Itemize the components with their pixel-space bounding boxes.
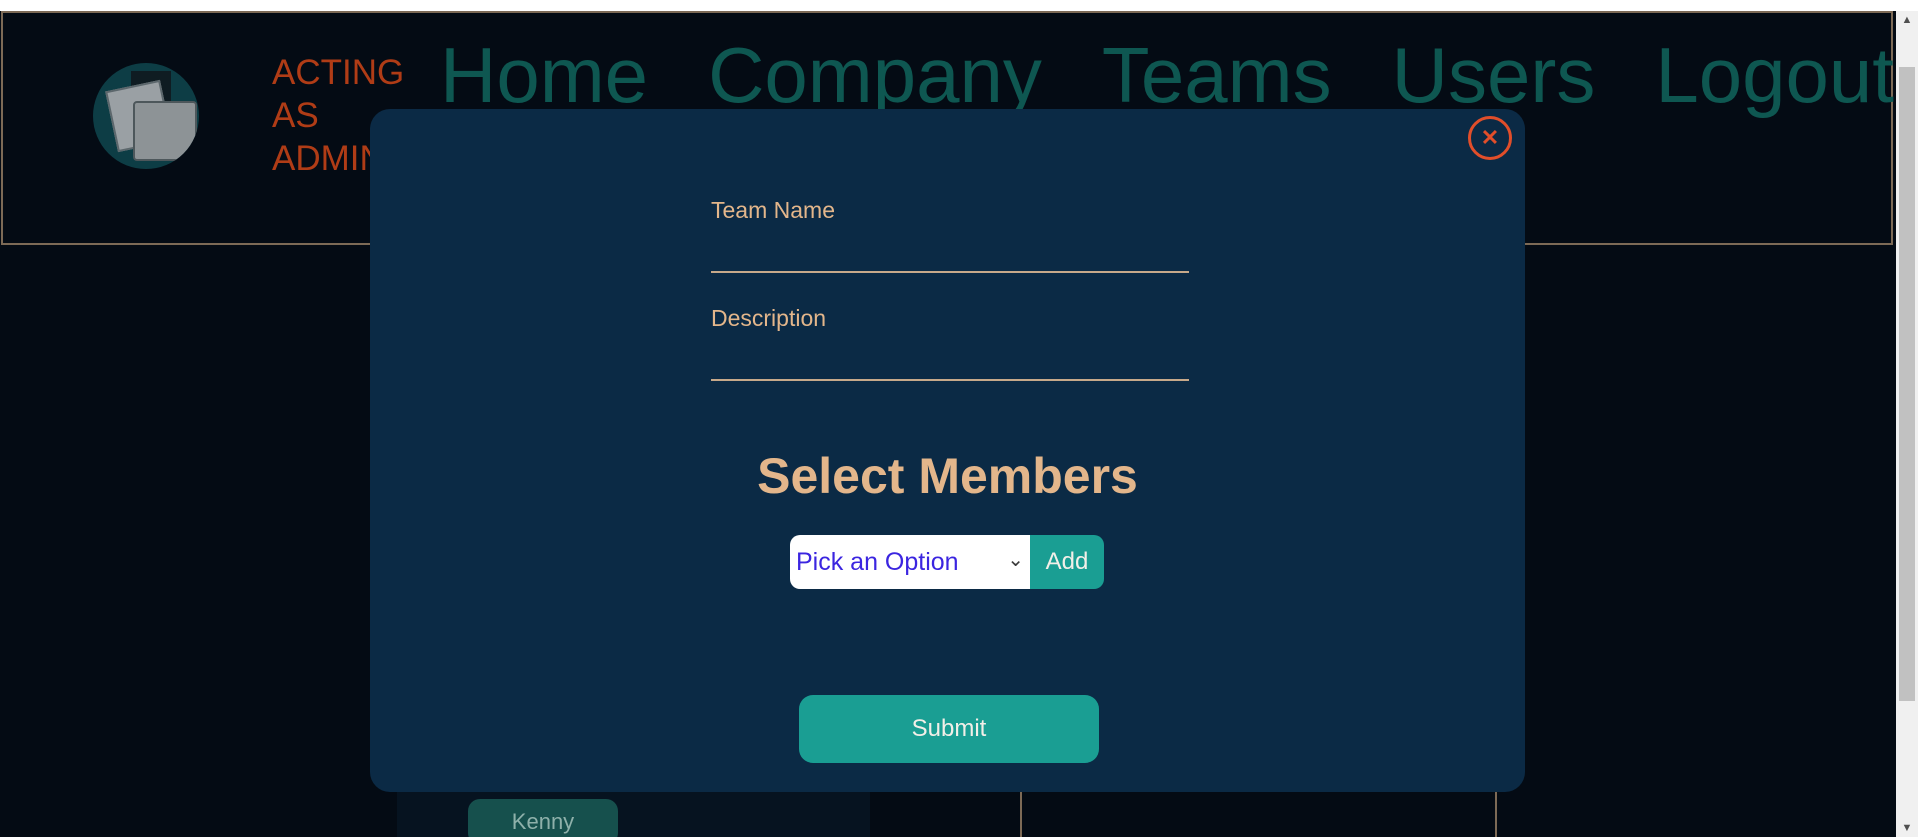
select-members-heading: Select Members	[757, 448, 1138, 504]
nav-teams[interactable]: Teams	[1102, 29, 1332, 121]
submit-button[interactable]: Submit	[799, 695, 1099, 763]
member-picker: Pick an Option ⌄ Add	[790, 535, 1104, 589]
nav-users[interactable]: Users	[1392, 29, 1596, 121]
member-chip: Kenny	[468, 799, 618, 837]
team-name-label: Team Name	[711, 197, 835, 223]
create-team-modal: ✕ Team Name Description Select Members P…	[370, 109, 1525, 792]
member-select[interactable]: Pick an Option ⌄	[790, 535, 1030, 589]
scrollbar-thumb[interactable]	[1899, 67, 1915, 701]
team-name-input[interactable]	[711, 235, 1189, 273]
logo-folder-shape	[133, 101, 197, 161]
acting-line-1: ACTING	[272, 53, 405, 92]
close-modal-button[interactable]: ✕	[1468, 116, 1512, 160]
scroll-down-arrow-icon[interactable]: ▼	[1896, 819, 1918, 837]
member-select-value: Pick an Option	[796, 547, 959, 576]
nav-logout[interactable]: Logout	[1655, 29, 1894, 121]
nav-home[interactable]: Home	[440, 29, 648, 121]
close-icon: ✕	[1480, 125, 1500, 150]
description-label: Description	[711, 305, 827, 331]
vertical-scrollbar[interactable]: ▲ ▼	[1896, 11, 1918, 837]
description-input[interactable]	[711, 343, 1189, 381]
add-member-button[interactable]: Add	[1030, 535, 1104, 589]
page-viewport: ACTING AS ADMIN Home Company Teams Users…	[0, 11, 1896, 837]
nav-company[interactable]: Company	[708, 29, 1042, 121]
app-logo	[93, 63, 199, 169]
scroll-up-arrow-icon[interactable]: ▲	[1896, 11, 1918, 29]
chevron-down-icon: ⌄	[1007, 549, 1024, 571]
main-nav: Home Company Teams Users Logout	[440, 29, 1894, 121]
